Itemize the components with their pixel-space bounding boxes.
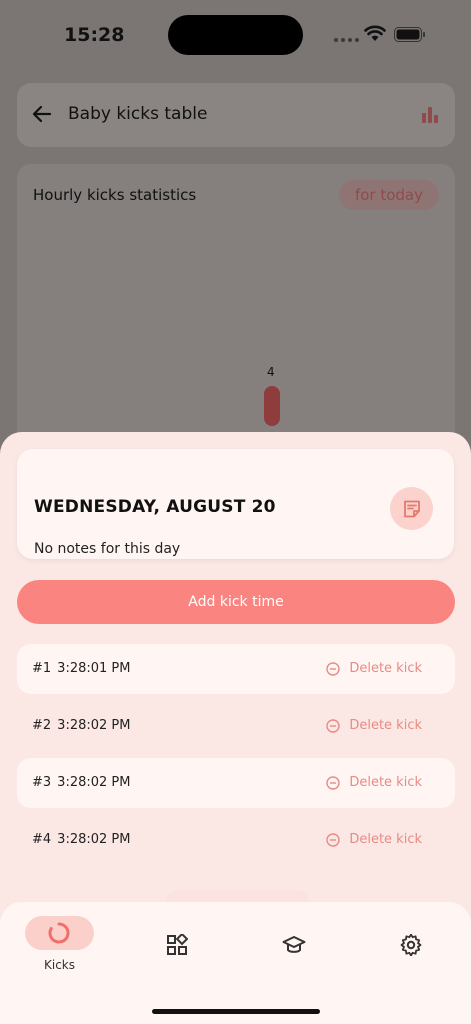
delete-kick-label: Delete kick [349, 718, 422, 733]
home-indicator [152, 1009, 320, 1014]
screen-header: Baby kicks table [17, 83, 455, 147]
period-filter-pill[interactable]: for today [338, 180, 439, 210]
day-title: WEDNESDAY, AUGUST 20 [34, 497, 276, 517]
edit-note-button[interactable] [390, 487, 433, 530]
kick-row: #4 3:28:02 PM Delete kick [17, 815, 455, 865]
status-bar: 15:28 [0, 0, 471, 70]
kick-number: #1 [32, 661, 52, 676]
minus-circle-icon [326, 775, 341, 790]
wifi-icon [364, 25, 386, 41]
status-time: 15:28 [64, 24, 125, 46]
kicks-ring-icon[interactable] [48, 922, 70, 944]
widgets-icon[interactable] [166, 934, 188, 956]
add-kick-time-button[interactable]: Add kick time [17, 580, 455, 624]
battery-icon [394, 27, 425, 42]
cellular-signal-icon [334, 38, 359, 42]
minus-circle-icon [326, 832, 341, 847]
delete-kick-label: Delete kick [349, 661, 422, 676]
kick-time: 3:28:01 PM [57, 661, 131, 676]
day-notes: No notes for this day [34, 541, 181, 557]
kick-time: 3:28:02 PM [57, 832, 131, 847]
delete-kick-label: Delete kick [349, 775, 422, 790]
kick-row: #3 3:28:02 PM Delete kick [17, 758, 455, 808]
minus-circle-icon [326, 718, 341, 733]
delete-kick-button[interactable]: Delete kick [326, 775, 422, 790]
kick-time: 3:28:02 PM [57, 775, 131, 790]
minus-circle-icon [326, 661, 341, 676]
bar-value-label: 4 [267, 365, 275, 379]
delete-kick-button[interactable]: Delete kick [326, 661, 422, 676]
delete-kick-button[interactable]: Delete kick [326, 718, 422, 733]
kick-number: #4 [32, 832, 52, 847]
tab-bar: Kicks [0, 902, 471, 1024]
dynamic-island [168, 15, 303, 55]
delete-kick-button[interactable]: Delete kick [326, 832, 422, 847]
graduation-cap-icon[interactable] [282, 934, 306, 956]
gear-icon[interactable] [400, 934, 422, 956]
hourly-stats-card: Hourly kicks statistics for today 4 [17, 164, 455, 464]
day-card: WEDNESDAY, AUGUST 20 No notes for this d… [17, 449, 454, 559]
back-arrow-icon[interactable] [31, 103, 53, 125]
stats-title: Hourly kicks statistics [33, 186, 197, 204]
delete-kick-label: Delete kick [349, 832, 422, 847]
note-icon [403, 500, 420, 517]
bar-chart-icon[interactable] [421, 105, 439, 123]
tab-kicks-label[interactable]: Kicks [44, 958, 75, 972]
bar-mark [264, 386, 280, 426]
kick-row: #2 3:28:02 PM Delete kick [17, 701, 455, 751]
page-title: Baby kicks table [68, 104, 208, 124]
kick-number: #2 [32, 718, 52, 733]
kick-number: #3 [32, 775, 52, 790]
kick-row: #1 3:28:01 PM Delete kick [17, 644, 455, 694]
kick-time: 3:28:02 PM [57, 718, 131, 733]
